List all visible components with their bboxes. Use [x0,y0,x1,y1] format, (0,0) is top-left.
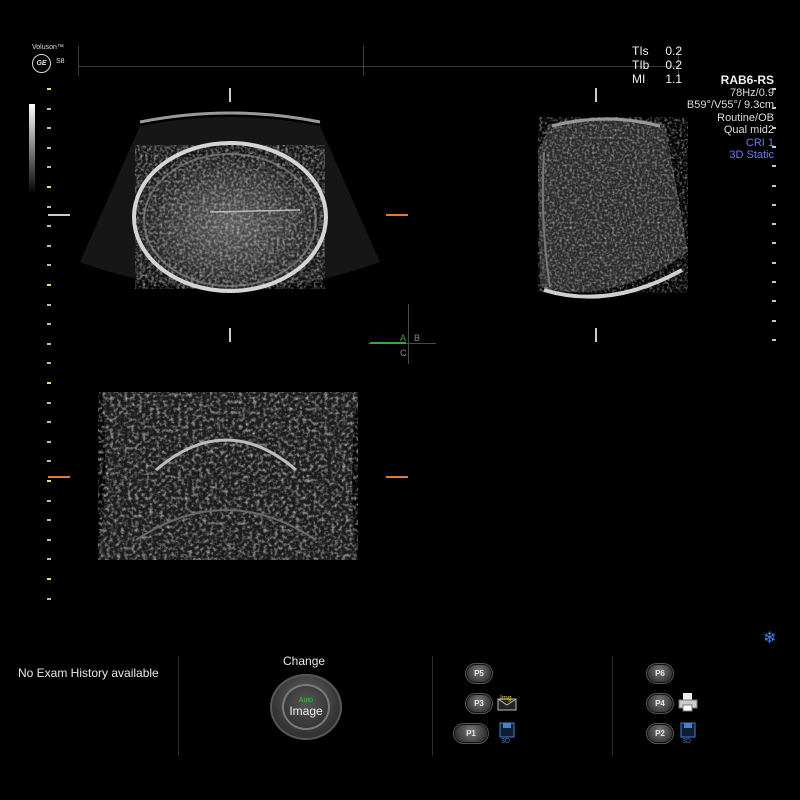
p5-button[interactable]: P5 [467,665,491,682]
p4-button[interactable]: P4 [648,695,672,712]
probe-name: RAB6-RS [720,73,774,87]
depth-scale-tick [772,338,776,341]
cri-setting: CRI 1 [745,136,774,149]
depth-scale-tick [47,558,51,561]
depth-scale-tick [47,499,51,502]
depth-scale-tick [47,421,51,424]
exam-history-text: No Exam History available [18,666,159,680]
depth-scale-tick [772,223,776,226]
ge-logo-icon: GE [32,54,51,73]
depth-scale-tick [772,126,776,129]
depth-scale-tick [47,460,51,463]
envelope-icon: Img [497,695,517,711]
depth-scale-tick [47,107,51,110]
printer-icon [678,693,698,712]
scan-angle: B59°/V55°/ 9.3cm [686,99,774,111]
depth-scale-tick [47,440,51,443]
depth-scale-tick [772,261,776,264]
grayscale-bar [29,104,35,194]
plane-c-right-marker [386,476,408,478]
depth-scale-tick [47,401,51,404]
auto-image-button[interactable]: Auto Image [284,686,328,728]
p1-button[interactable]: P1 [455,725,487,742]
acoustic-indices: TIs 0.2 TIb 0.2 MI 1.1 [632,44,682,86]
orientation-vertical-line [408,304,409,364]
auto-image-knob[interactable]: Auto Image [270,674,342,740]
plane-label-b: B [414,333,421,343]
depth-scale-tick [772,203,776,206]
depth-scale-tick [47,284,51,286]
depth-scale-tick [772,319,776,322]
depth-scale-tick [47,264,51,267]
plane-a-left-marker [48,214,70,216]
plane-a-top-marker [229,88,231,102]
depth-scale-tick [772,242,776,245]
mode-label: 3D Static [729,149,774,161]
depth-scale-tick [47,303,51,306]
svg-text:3D: 3D [682,738,691,744]
depth-scale-tick [772,184,776,187]
knob-main-label: Image [289,703,323,718]
brand-logo: Voluson™ GE S8 [26,44,76,76]
plane-label-c: C [400,348,407,358]
bottom-divider [178,656,179,756]
svg-text:Img: Img [500,695,512,702]
depth-scale-tick [47,186,51,188]
change-label: Change [283,654,326,668]
plane-c-left-marker [48,476,70,478]
top-divider [78,66,678,67]
depth-scale-tick [47,480,51,482]
plane-b-top-marker [595,88,597,102]
plane-a-bottom-marker [229,328,231,342]
depth-scale-tick [772,165,776,168]
plane-c-image[interactable] [96,390,362,562]
svg-text:3D: 3D [501,738,510,744]
p2-button[interactable]: P2 [648,725,672,742]
depth-scale-tick [47,166,51,169]
top-divider-tick [78,46,79,76]
preset: Routine/OB [717,111,774,124]
depth-scale-tick [772,300,776,303]
probe-info: RAB6-RS 78Hz/0.9 B59°/V55°/ 9.3cm Routin… [687,74,774,162]
plane-a-right-marker [386,214,408,216]
depth-scale-tick [772,107,776,110]
snowflake-icon[interactable]: ❄ [763,628,776,648]
top-divider-tick [363,46,364,76]
plane-b-image[interactable] [510,112,690,302]
depth-scale-tick [47,146,51,149]
depth-scale-tick [47,244,51,247]
plane-a-image[interactable] [80,111,380,302]
bottom-divider [432,656,433,756]
depth-scale-tick [47,225,51,228]
depth-scale-tick [47,362,51,365]
plane-label-a: A [400,333,407,343]
quality: Qual mid2 [723,124,774,136]
depth-scale-tick [47,578,51,580]
p3-button[interactable]: P3 [467,695,491,712]
depth-scale-tick [772,145,776,148]
bottom-divider [612,656,613,756]
floppy-disk-icon: 3D [499,722,515,744]
brand-name: Voluson™ [32,44,64,51]
depth-scale-tick [47,205,51,208]
frame-rate: 78Hz/0.9 [729,86,774,99]
depth-scale-tick [47,382,51,384]
depth-scale-tick [47,127,51,130]
plane-b-bottom-marker [595,328,597,342]
depth-scale-tick [47,323,51,326]
floppy-disk-icon: 3D [680,722,696,744]
depth-scale-tick [47,519,51,522]
depth-scale-tick [47,342,51,345]
depth-scale-tick [47,538,51,541]
depth-scale-tick [47,597,51,600]
model-label: S8 [56,58,65,65]
depth-scale-tick [47,88,51,90]
depth-scale-tick [772,88,776,90]
p6-button[interactable]: P6 [648,665,672,682]
depth-scale-tick [772,281,776,283]
